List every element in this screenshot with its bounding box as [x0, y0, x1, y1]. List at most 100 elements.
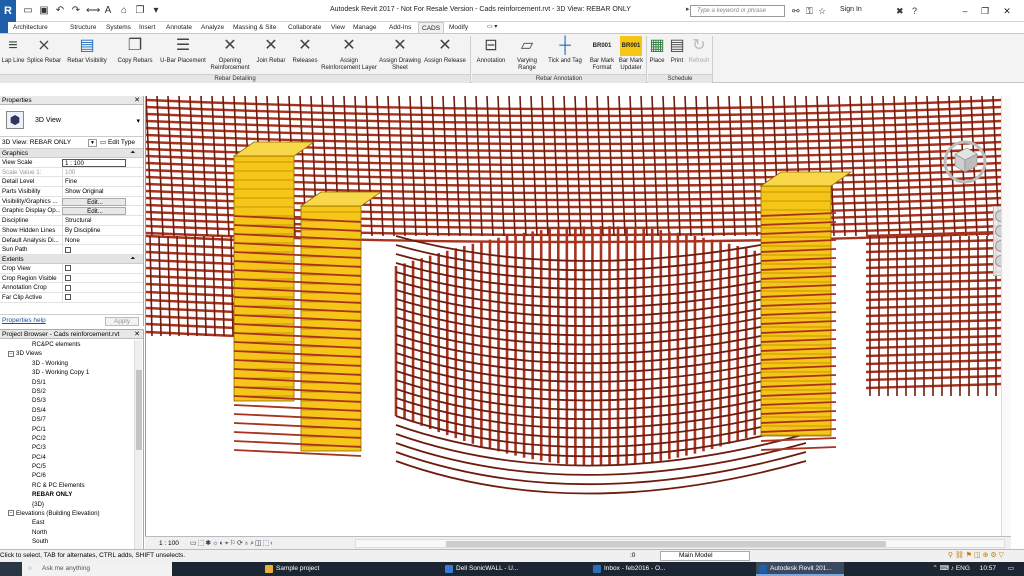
revit-logo-button[interactable]: R: [0, 0, 16, 22]
redo-icon[interactable]: ↷: [70, 5, 82, 17]
close-icon[interactable]: ✕: [134, 330, 140, 339]
subscription-icon[interactable]: ⚿: [806, 6, 813, 17]
text-icon[interactable]: A: [102, 5, 114, 17]
assign-drawing-sheet-button[interactable]: ✕ Assign Drawing Sheet: [378, 36, 422, 72]
property-value[interactable]: Edit...: [62, 197, 126, 206]
browser-item[interactable]: RC&PC elements: [0, 340, 134, 349]
browser-item[interactable]: North: [0, 528, 134, 537]
status-tools[interactable]: ⚲ ⛓ ⚑ ◫ ⊕ ⚙ ▽: [948, 550, 1004, 562]
property-value[interactable]: [62, 292, 126, 303]
3d-view-icon[interactable]: ⌂: [118, 5, 130, 17]
browser-item[interactable]: PC/2: [0, 434, 134, 443]
tab-structure[interactable]: Structure: [67, 22, 99, 33]
checkbox[interactable]: [65, 294, 71, 301]
undo-icon[interactable]: ↶: [54, 5, 66, 17]
browser-item[interactable]: PC/1: [0, 425, 134, 434]
taskbar-item[interactable]: Sample project: [262, 562, 342, 576]
browser-scrollbar[interactable]: [134, 340, 142, 549]
property-value[interactable]: [62, 263, 126, 274]
taskbar-item[interactable]: Inbox - feb2016 - O...: [590, 562, 670, 576]
place-button[interactable]: ▦ Place: [648, 36, 666, 65]
browser-item[interactable]: PC/6: [0, 471, 134, 480]
ribbon-minimize-icon[interactable]: ▭ ▾: [484, 22, 500, 33]
tab-analyze[interactable]: Analyze: [198, 22, 227, 33]
u-bar-placement-button[interactable]: ☰ U-Bar Placement: [158, 36, 208, 65]
browser-item[interactable]: PC/3: [0, 443, 134, 452]
checkbox[interactable]: [65, 265, 71, 272]
binoculars-icon[interactable]: ⚯: [792, 6, 800, 17]
bar-mark-format-button[interactable]: BR001 Bar Mark Format: [588, 36, 616, 72]
rebar-visibility-button[interactable]: ▤ Rebar Visibility: [64, 36, 110, 65]
open-icon[interactable]: ▭: [22, 5, 34, 17]
group-graphics[interactable]: Graphics ⏶: [0, 149, 143, 158]
search-input[interactable]: Type a keyword or phrase: [690, 5, 785, 17]
close-button[interactable]: ✕: [1000, 4, 1014, 18]
sign-in-button[interactable]: Sign In: [840, 6, 862, 13]
assign-reinforcement-layer-button[interactable]: ✕ Assign Reinforcement Layer: [320, 36, 378, 72]
customize-qat-icon[interactable]: ▾: [150, 5, 162, 17]
property-value[interactable]: 1 : 100: [62, 159, 126, 167]
refresh-button[interactable]: ↻ Refresh: [688, 36, 710, 65]
browser-item[interactable]: DS/4: [0, 406, 134, 415]
checkbox[interactable]: [65, 246, 71, 253]
browser-item[interactable]: East: [0, 518, 134, 527]
releases-button[interactable]: ✕ Releases: [290, 36, 320, 65]
properties-help-link[interactable]: Properties help: [2, 315, 46, 327]
taskbar-item[interactable]: Autodesk Revit 201...: [756, 562, 844, 576]
instance-selector[interactable]: 3D View: REBAR ONLY ▼ ▭ Edit Type: [0, 137, 143, 149]
tab-add-ins[interactable]: Add-Ins: [386, 22, 414, 33]
browser-item[interactable]: RC & PC Elements: [0, 481, 134, 490]
checkbox[interactable]: [65, 284, 71, 291]
edit-type-button[interactable]: ▭ Edit Type: [100, 137, 135, 149]
browser-item[interactable]: 3D - Working: [0, 359, 134, 368]
tab-massing-site[interactable]: Massing & Site: [230, 22, 279, 33]
minimize-button[interactable]: –: [958, 4, 972, 18]
tab-architecture[interactable]: Architecture: [10, 22, 51, 33]
tab-modify[interactable]: Modify: [446, 22, 471, 33]
property-value[interactable]: [62, 283, 126, 293]
browser-item[interactable]: REBAR ONLY: [0, 490, 134, 499]
tab-systems[interactable]: Systems: [103, 22, 134, 33]
switch-windows-icon[interactable]: ❐: [134, 5, 146, 17]
restore-button[interactable]: ❐: [978, 4, 992, 18]
browser-item[interactable]: 3D - Working Copy 1: [0, 368, 134, 377]
tab-annotate[interactable]: Annotate: [163, 22, 195, 33]
browser-item[interactable]: PC/5: [0, 462, 134, 471]
varying-range-button[interactable]: ▱ Varying Range: [512, 36, 542, 72]
tray-icons[interactable]: ⌃ ⌨ ♪: [932, 565, 956, 572]
notification-icon[interactable]: ▭: [1008, 565, 1014, 572]
viewport-scrollbar[interactable]: [1001, 96, 1011, 536]
group-extents[interactable]: Extents ⏶: [0, 254, 143, 264]
browser-scroll-thumb[interactable]: [136, 370, 142, 450]
tree-expander-icon[interactable]: −: [8, 350, 14, 357]
collapse-icon[interactable]: ⏶: [130, 255, 135, 264]
property-value[interactable]: [62, 273, 126, 284]
bar-mark-updater-button[interactable]: BR001 Bar Mark Updater: [616, 36, 646, 72]
chevron-down-icon[interactable]: ▼: [88, 139, 97, 147]
lap-line-button[interactable]: ≡ Lap Line: [0, 36, 26, 65]
browser-item[interactable]: PC/4: [0, 453, 134, 462]
browser-item[interactable]: − Elevations (Building Elevation): [0, 509, 134, 518]
browser-item[interactable]: {3D}: [0, 500, 134, 509]
tick-and-tag-button[interactable]: ┼ Tick and Tag: [544, 36, 586, 65]
property-value[interactable]: Edit...: [62, 207, 126, 216]
tab-view[interactable]: View: [328, 22, 348, 33]
tab-cads[interactable]: CADS: [418, 22, 445, 33]
browser-item[interactable]: DS/2: [0, 387, 134, 396]
active-model-selector[interactable]: Main Model: [660, 551, 750, 561]
help-icon[interactable]: ?: [912, 6, 917, 16]
type-selector[interactable]: ⬢ 3D View ▾: [0, 105, 143, 137]
close-icon[interactable]: ✕: [134, 96, 140, 105]
chevron-down-icon[interactable]: ▾: [136, 117, 140, 125]
horizontal-scrollbar[interactable]: [355, 539, 1005, 548]
copy-rebars-button[interactable]: ❐ Copy Rebars: [114, 36, 156, 65]
cortana-search-input[interactable]: ○ Ask me anything: [22, 562, 172, 576]
browser-item[interactable]: DS/1: [0, 378, 134, 387]
horizontal-scroll-thumb[interactable]: [446, 541, 886, 547]
browser-item[interactable]: South: [0, 537, 134, 546]
opening-reinforcement-button[interactable]: ✕ Opening Reinforcement: [208, 36, 252, 72]
join-rebar-button[interactable]: ✕ Join Rebar: [254, 36, 288, 65]
viewcube[interactable]: [941, 136, 989, 184]
apply-button[interactable]: Apply: [105, 317, 139, 326]
favorites-icon[interactable]: ☆: [818, 6, 826, 17]
